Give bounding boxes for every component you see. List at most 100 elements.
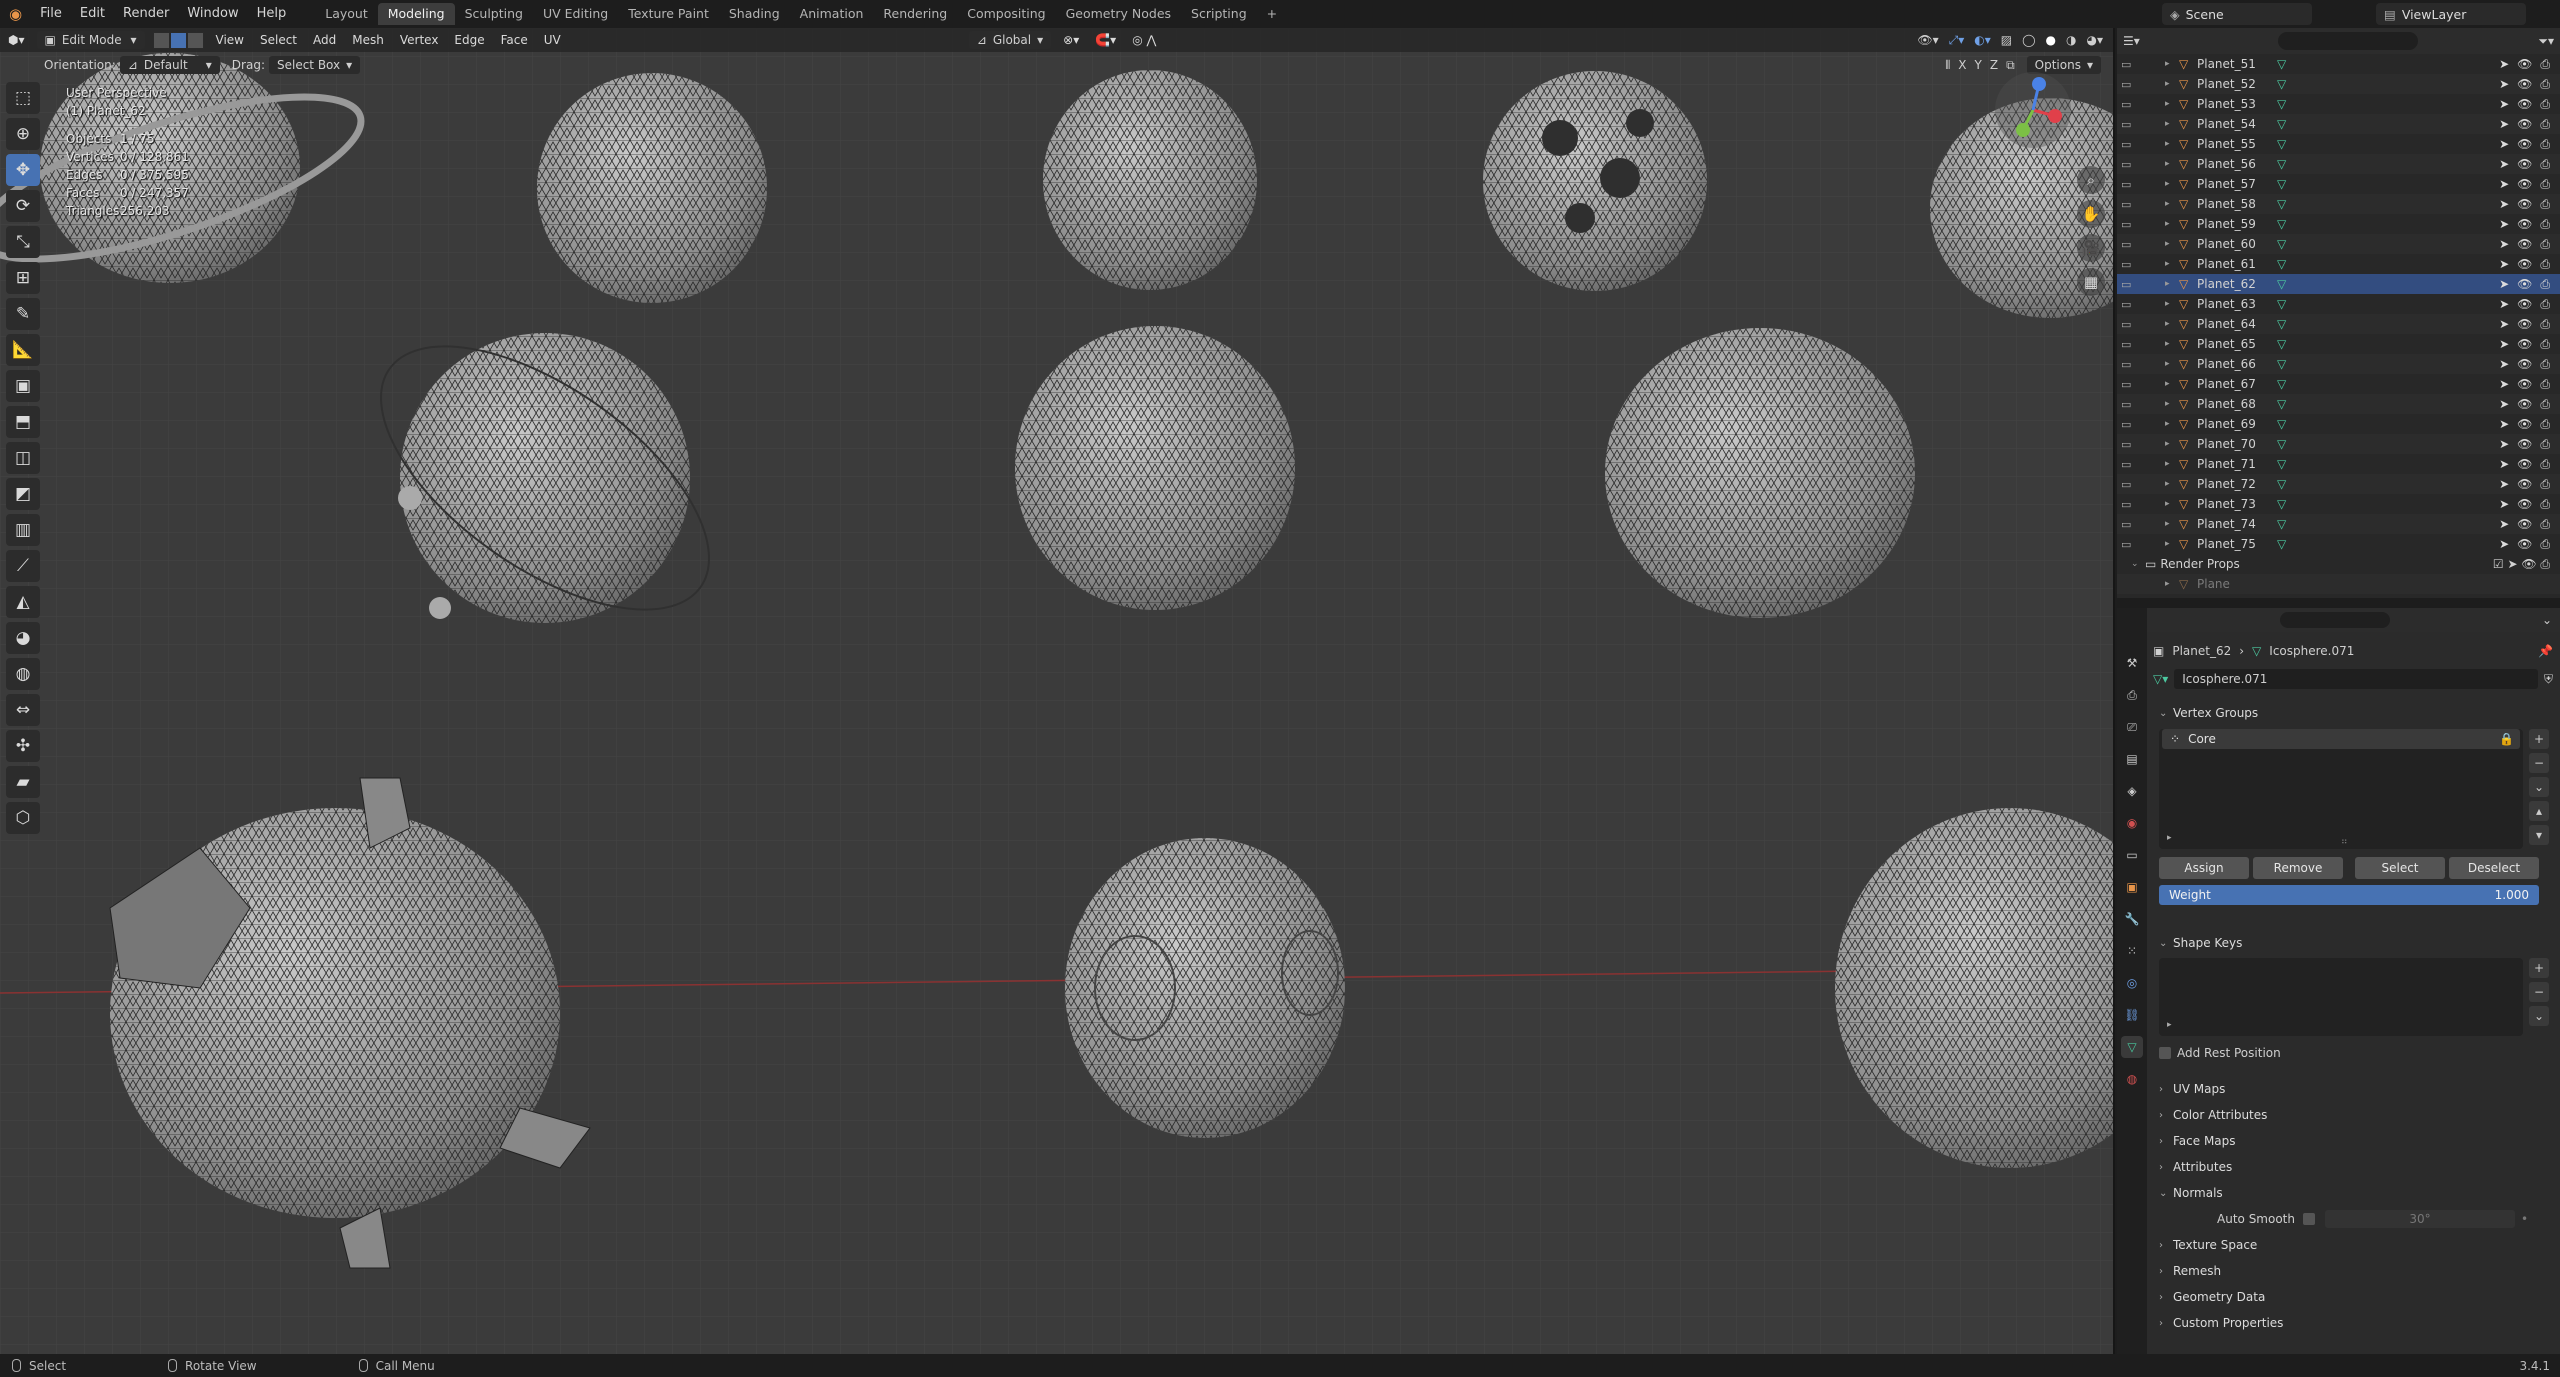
add-cube-tool-icon[interactable]: ▣ <box>6 370 40 402</box>
eye-icon[interactable]: 👁 <box>2517 237 2532 252</box>
mirror-x-toggle[interactable]: X <box>1958 58 1966 72</box>
visibility-icon[interactable]: 👁▾ <box>1917 33 1938 48</box>
select-arrow-icon[interactable]: ➤ <box>2499 437 2509 452</box>
eye-icon[interactable]: 👁 <box>2517 417 2532 432</box>
outliner-row[interactable]: ▭ ▸ ▽ Planet_56 ▽ ➤ 👁 ⎙ <box>2117 154 2560 174</box>
expand-arrow-icon[interactable]: ▸ <box>2165 139 2179 149</box>
expand-arrow-icon[interactable]: ▸ <box>2165 299 2179 309</box>
outliner-row[interactable]: ▸ ▽ Plane <box>2117 574 2560 594</box>
viewport-scene[interactable] <box>0 28 2115 1354</box>
camera-icon[interactable]: ⎙ <box>2540 237 2550 252</box>
filter-icon[interactable]: ⏷▾ <box>2538 34 2554 49</box>
rip-tool-icon[interactable]: ⬡ <box>6 802 40 834</box>
outliner-row[interactable]: ▭ ▸ ▽ Planet_67 ▽ ➤ 👁 ⎙ <box>2117 374 2560 394</box>
camera-icon[interactable]: ⎙ <box>2540 137 2550 152</box>
select-arrow-icon[interactable]: ➤ <box>2499 457 2509 472</box>
menu-vertex[interactable]: Vertex <box>392 33 447 47</box>
restrict-toggle-icon[interactable]: ▭ <box>2121 278 2131 291</box>
outliner-row[interactable]: ▭ ▸ ▽ Planet_74 ▽ ➤ 👁 ⎙ <box>2117 514 2560 534</box>
view-layer-tab-icon[interactable]: ▤ <box>2121 748 2143 770</box>
expand-arrow-icon[interactable]: ▸ <box>2165 339 2179 349</box>
tab-rendering[interactable]: Rendering <box>873 3 957 25</box>
outliner-row[interactable]: ▭ ▸ ▽ Planet_52 ▽ ➤ 👁 ⎙ <box>2117 74 2560 94</box>
restrict-toggle-icon[interactable]: ▭ <box>2121 418 2131 431</box>
outliner-row[interactable]: ▭ ▸ ▽ Planet_59 ▽ ➤ 👁 ⎙ <box>2117 214 2560 234</box>
expand-arrow-icon[interactable]: ▸ <box>2165 119 2179 129</box>
menu-window[interactable]: Window <box>178 0 247 28</box>
tab-sculpting[interactable]: Sculpting <box>455 3 533 25</box>
mesh-data-icon[interactable]: ▽ <box>2277 237 2286 251</box>
chevron-down-icon[interactable]: ⌄ <box>2529 777 2549 797</box>
tab-animation[interactable]: Animation <box>790 3 874 25</box>
shrink-fatten-tool-icon[interactable]: ✣ <box>6 730 40 762</box>
vertex-select-icon[interactable] <box>152 31 170 49</box>
menu-mesh[interactable]: Mesh <box>344 33 392 47</box>
particles-tab-icon[interactable]: ⁙ <box>2121 940 2143 962</box>
outliner-row[interactable]: ▭ ▸ ▽ Planet_69 ▽ ➤ 👁 ⎙ <box>2117 414 2560 434</box>
output-tab-icon[interactable]: ⎚ <box>2121 716 2143 738</box>
mesh-data-icon[interactable]: ▽ <box>2277 217 2286 231</box>
face-select-icon[interactable] <box>186 31 204 49</box>
outliner-row[interactable]: ▭ ▸ ▽ Planet_54 ▽ ➤ 👁 ⎙ <box>2117 114 2560 134</box>
select-arrow-icon[interactable]: ➤ <box>2499 537 2509 552</box>
orientation-dropdown[interactable]: ⊿ Default ▾ <box>119 56 220 74</box>
gizmo-toggle-icon[interactable]: ⤢▾ <box>1949 33 1965 48</box>
camera-icon[interactable]: ⎙ <box>2540 97 2550 112</box>
material-shading-icon[interactable]: ◑ <box>2066 33 2076 48</box>
menu-help[interactable]: Help <box>248 0 296 28</box>
snap-icon[interactable]: 🧲▾ <box>1087 33 1124 47</box>
select-arrow-icon[interactable]: ➤ <box>2499 357 2509 372</box>
restrict-toggle-icon[interactable]: ▭ <box>2121 238 2131 251</box>
restrict-toggle-icon[interactable]: ▭ <box>2121 58 2131 71</box>
resize-grip-icon[interactable]: ⠶ <box>2341 837 2348 847</box>
solid-shading-icon[interactable]: ● <box>2046 33 2056 48</box>
proportional-edit-icon[interactable]: ◎ ⋀ <box>1124 33 1164 47</box>
outliner-row[interactable]: ▭ ▸ ▽ Planet_73 ▽ ➤ 👁 ⎙ <box>2117 494 2560 514</box>
outliner-row[interactable]: ▭ ▸ ▽ Planet_75 ▽ ➤ 👁 ⎙ <box>2117 534 2560 554</box>
eye-icon[interactable]: 👁 <box>2517 297 2532 312</box>
menu-uv[interactable]: UV <box>536 33 569 47</box>
expand-arrow-icon[interactable]: ▸ <box>2165 279 2179 289</box>
select-arrow-icon[interactable]: ➤ <box>2499 77 2509 92</box>
eye-icon[interactable]: 👁 <box>2517 197 2532 212</box>
auto-smooth-checkbox[interactable] <box>2303 1213 2315 1225</box>
outliner-search-input[interactable] <box>2277 32 2418 50</box>
tab-compositing[interactable]: Compositing <box>957 3 1055 25</box>
measure-tool-icon[interactable]: 📐 <box>6 334 40 366</box>
transform-tool-icon[interactable]: ⊞ <box>6 262 40 294</box>
expand-arrow-icon[interactable]: ▸ <box>2165 159 2179 169</box>
poly-build-tool-icon[interactable]: ◭ <box>6 586 40 618</box>
restrict-toggle-icon[interactable]: ▭ <box>2121 398 2131 411</box>
mesh-data-icon[interactable]: ▽ <box>2277 377 2286 391</box>
rotate-tool-icon[interactable]: ⟳ <box>6 190 40 222</box>
transform-orientation-dropdown[interactable]: ⊿ Global ▾ <box>968 31 1052 49</box>
outliner-row[interactable]: ▭ ▸ ▽ Planet_65 ▽ ➤ 👁 ⎙ <box>2117 334 2560 354</box>
camera-icon[interactable]: ⎙ <box>2540 477 2550 492</box>
outliner-row[interactable]: ▭ ▸ ▽ Planet_64 ▽ ➤ 👁 ⎙ <box>2117 314 2560 334</box>
camera-icon[interactable]: ⎙ <box>2540 177 2550 192</box>
eye-icon[interactable]: 👁 <box>2517 437 2532 452</box>
add-icon[interactable]: + <box>2529 729 2549 749</box>
eye-icon[interactable]: 👁 <box>2517 217 2532 232</box>
outliner-row[interactable]: ▭ ▸ ▽ Planet_60 ▽ ➤ 👁 ⎙ <box>2117 234 2560 254</box>
move-down-icon[interactable]: ▾ <box>2529 825 2549 845</box>
wireframe-shading-icon[interactable]: ◯ <box>2022 33 2035 48</box>
constraints-tab-icon[interactable]: ⛓ <box>2121 1004 2143 1026</box>
camera-icon[interactable]: ⎙ <box>2540 337 2550 352</box>
mesh-data-icon[interactable]: ▽ <box>2277 297 2286 311</box>
restrict-toggle-icon[interactable]: ▭ <box>2121 138 2131 151</box>
restrict-toggle-icon[interactable]: ▭ <box>2121 158 2131 171</box>
expand-arrow-icon[interactable]: ▸ <box>2165 579 2179 589</box>
expand-arrow-icon[interactable]: ▸ <box>2165 359 2179 369</box>
3d-viewport[interactable]: ⬢▾ ▣ Edit Mode ▾ View Select Add Mesh Ve… <box>0 28 2115 1354</box>
camera-icon[interactable]: ⎙ <box>2540 537 2550 552</box>
mesh-data-icon[interactable]: ▽ <box>2277 197 2286 211</box>
mesh-data-tab-icon[interactable]: ▽ <box>2121 1036 2143 1058</box>
mode-selector[interactable]: ▣ Edit Mode ▾ <box>36 31 145 49</box>
expand-filter-icon[interactable]: ▸ <box>2167 1020 2172 1030</box>
select-arrow-icon[interactable]: ➤ <box>2499 257 2509 272</box>
inset-tool-icon[interactable]: ◫ <box>6 442 40 474</box>
restrict-toggle-icon[interactable]: ▭ <box>2121 538 2131 551</box>
vertex-groups-header[interactable]: ⌄ Vertex Groups <box>2153 700 2553 726</box>
chevron-down-icon[interactable]: ⌄ <box>2529 1006 2549 1026</box>
